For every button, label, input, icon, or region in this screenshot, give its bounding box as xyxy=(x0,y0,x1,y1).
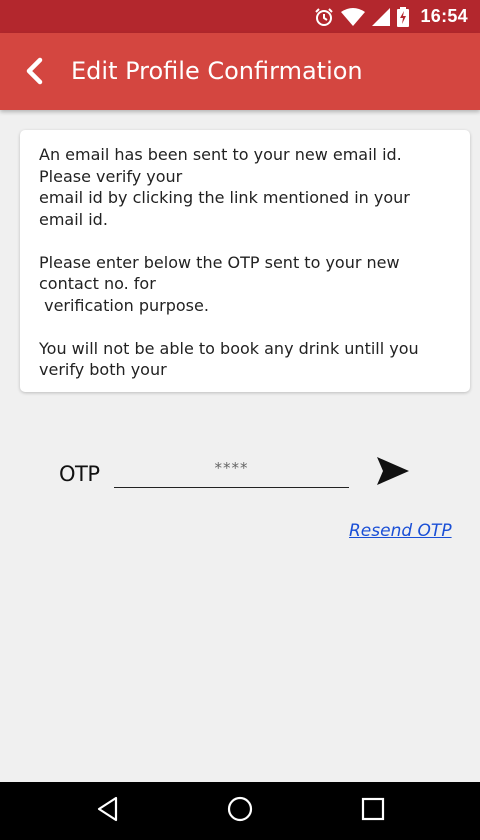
navigation-bar xyxy=(0,782,480,840)
recents-square-icon xyxy=(361,797,385,825)
back-button[interactable] xyxy=(14,53,54,93)
back-arrow-icon xyxy=(23,57,45,89)
resend-otp-link[interactable]: Resend OTP xyxy=(349,521,452,541)
status-bar: 16:54 xyxy=(0,0,480,33)
battery-charging-icon xyxy=(397,6,410,27)
nav-back-button[interactable] xyxy=(78,782,138,840)
message-paragraph-warning: You will not be able to book any drink u… xyxy=(39,338,424,380)
home-circle-icon xyxy=(227,796,253,826)
nav-home-button[interactable] xyxy=(210,782,270,840)
message-paragraph-otp: Please enter below the OTP sent to your … xyxy=(39,252,400,315)
signal-icon xyxy=(372,7,391,26)
wifi-icon xyxy=(341,7,366,26)
send-icon xyxy=(376,456,410,490)
otp-input[interactable] xyxy=(114,456,349,488)
app-bar: Edit Profile Confirmation xyxy=(0,33,480,110)
status-icons: 16:54 xyxy=(314,0,468,33)
otp-label: OTP xyxy=(59,462,100,486)
page-title: Edit Profile Confirmation xyxy=(71,57,363,85)
back-triangle-icon xyxy=(96,796,120,826)
alarm-icon xyxy=(314,7,334,27)
nav-recents-button[interactable] xyxy=(343,782,403,840)
message-card: An email has been sent to your new email… xyxy=(20,130,470,392)
status-time: 16:54 xyxy=(420,6,468,26)
message-paragraph-email: An email has been sent to your new email… xyxy=(39,145,410,229)
send-otp-button[interactable] xyxy=(374,455,412,491)
